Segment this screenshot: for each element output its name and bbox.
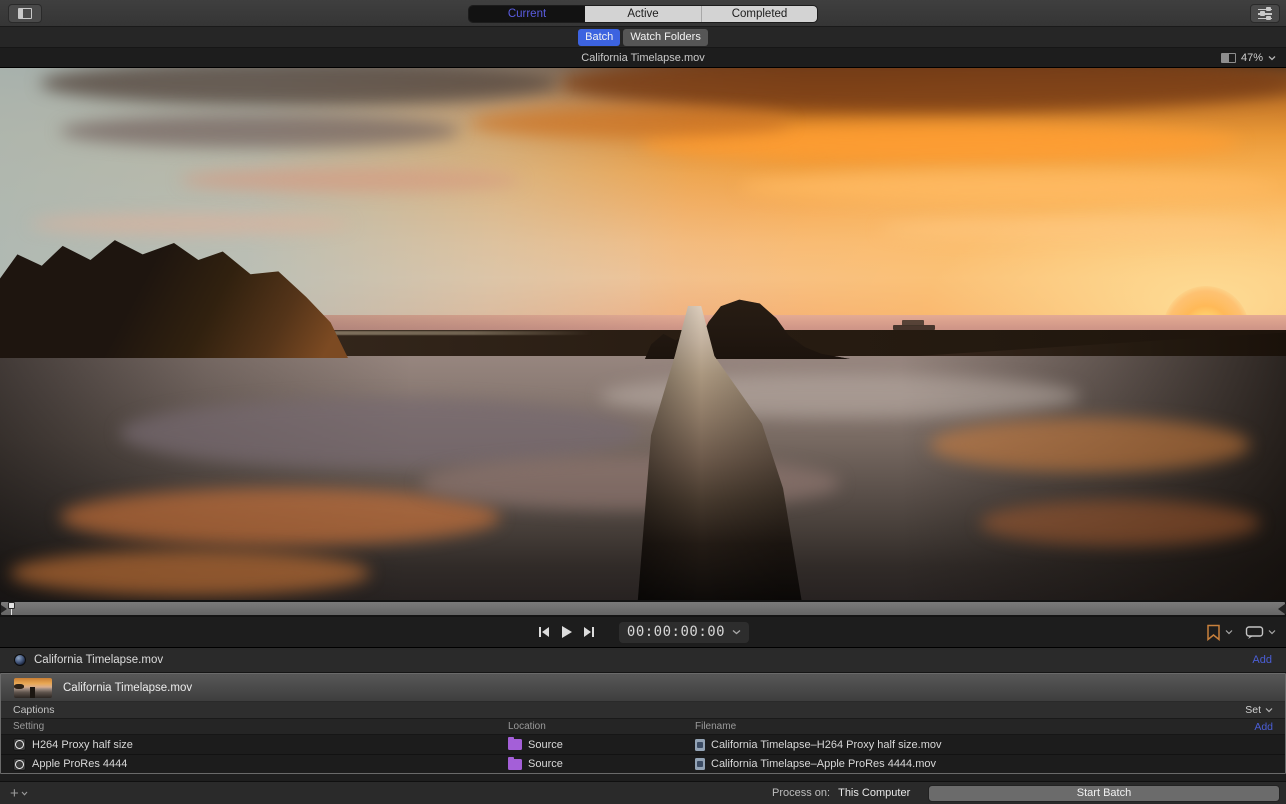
- playhead[interactable]: [8, 602, 15, 615]
- sliders-icon: [1258, 8, 1272, 20]
- chevron-down-icon: [732, 629, 741, 635]
- tab-active[interactable]: Active: [585, 6, 701, 22]
- play-button[interactable]: [560, 625, 573, 639]
- ship-silhouette: [893, 318, 935, 330]
- process-on-label: Process on:: [772, 787, 830, 799]
- add-job-button[interactable]: +: [10, 786, 28, 801]
- sidebar-toggle-button[interactable]: [8, 4, 42, 23]
- column-filename: Filename: [695, 721, 736, 732]
- cloud: [470, 108, 790, 138]
- file-icon: [695, 739, 705, 751]
- column-setting: Setting: [13, 721, 44, 732]
- setting-icon: [13, 758, 26, 771]
- cloud: [60, 114, 460, 148]
- file-icon: [695, 758, 705, 770]
- skip-back-icon: [537, 626, 551, 638]
- in-point-marker[interactable]: [1, 605, 7, 613]
- view-segmented-control: Current Active Completed: [468, 5, 818, 23]
- play-icon: [560, 625, 573, 639]
- captions-set-dropdown[interactable]: Set: [1245, 704, 1273, 716]
- output-row[interactable]: H264 Proxy half size Source California T…: [1, 735, 1285, 754]
- add-output-link[interactable]: Add: [1252, 654, 1272, 666]
- cloud-reflection: [60, 488, 500, 546]
- cloud-reflection: [930, 418, 1250, 472]
- scrubber-track[interactable]: [1, 602, 1285, 615]
- footer-bar: + Process on: This Computer Start Batch: [0, 781, 1286, 804]
- start-batch-button[interactable]: Start Batch: [928, 785, 1280, 802]
- tab-current[interactable]: Current: [469, 6, 585, 22]
- filename-value: California Timelapse–Apple ProRes 4444.m…: [711, 758, 936, 770]
- batch-tabs-row: Batch Watch Folders: [0, 27, 1286, 48]
- compressor-window: Current Active Completed Batch Watch Fol…: [0, 0, 1286, 804]
- setting-icon: [13, 738, 26, 751]
- job-header-row[interactable]: California Timelapse.mov: [1, 674, 1285, 702]
- out-point-marker[interactable]: [1278, 604, 1285, 614]
- job-name: California Timelapse.mov: [63, 682, 192, 694]
- captions-label: Captions: [13, 704, 54, 716]
- plus-icon: +: [10, 786, 19, 801]
- source-row[interactable]: California Timelapse.mov Add: [0, 648, 1286, 673]
- tab-batch[interactable]: Batch: [578, 29, 620, 46]
- go-to-start-button[interactable]: [537, 626, 551, 638]
- sidebar-icon: [18, 8, 32, 19]
- filename-value: California Timelapse–H264 Proxy half siz…: [711, 739, 942, 751]
- go-to-end-button[interactable]: [582, 626, 596, 638]
- source-name: California Timelapse.mov: [34, 654, 163, 666]
- folder-icon: [508, 739, 522, 750]
- setting-name: H264 Proxy half size: [32, 739, 133, 751]
- cloud-reflection: [980, 500, 1260, 546]
- chevron-down-icon[interactable]: [1225, 629, 1233, 635]
- folder-icon: [508, 759, 522, 770]
- chevron-down-icon[interactable]: [1268, 629, 1276, 635]
- cloud: [180, 168, 520, 192]
- viewer-title: California Timelapse.mov: [581, 52, 705, 64]
- timecode-field[interactable]: 00:00:00:00: [619, 622, 749, 643]
- cloud: [740, 172, 1280, 202]
- timecode-value: 00:00:00:00: [627, 624, 725, 640]
- transport-bar: 00:00:00:00: [0, 617, 1286, 648]
- location-value: Source: [528, 739, 563, 751]
- split-view-icon: [1221, 53, 1236, 63]
- cloud: [30, 214, 350, 234]
- process-on-value: This Computer: [838, 787, 910, 799]
- captions-row[interactable]: Captions Set: [1, 702, 1285, 719]
- display-icon: [1245, 625, 1264, 640]
- tab-watch-folders[interactable]: Watch Folders: [623, 29, 708, 46]
- output-row[interactable]: Apple ProRes 4444 Source California Time…: [1, 754, 1285, 773]
- process-on-control: Process on: This Computer: [772, 787, 938, 799]
- location-value: Source: [528, 758, 563, 770]
- zoom-control[interactable]: 47%: [1221, 48, 1276, 67]
- job-thumbnail: [14, 678, 52, 698]
- zoom-level: 47%: [1241, 52, 1263, 64]
- cloud-reflection: [10, 550, 370, 596]
- batch-list: California Timelapse.mov Add California …: [0, 648, 1286, 781]
- skip-forward-icon: [582, 626, 596, 638]
- column-location: Location: [508, 721, 546, 732]
- sunset-scene: [0, 68, 1286, 600]
- timeline-scrubber[interactable]: [0, 600, 1286, 617]
- batch-list-empty-area: [0, 774, 1286, 781]
- toolbar: Current Active Completed: [0, 0, 1286, 27]
- column-header-row: Setting Location Filename Add: [1, 719, 1285, 735]
- viewer-title-bar: California Timelapse.mov 47%: [0, 48, 1286, 68]
- tab-completed[interactable]: Completed: [701, 6, 817, 22]
- movie-file-icon: [14, 654, 26, 666]
- setting-name: Apple ProRes 4444: [32, 758, 127, 770]
- display-options-button[interactable]: [1245, 625, 1264, 640]
- cloud: [880, 218, 1260, 240]
- set-label: Set: [1245, 704, 1261, 716]
- preview-image: [0, 68, 1286, 600]
- inspector-toggle-button[interactable]: [1250, 4, 1280, 23]
- bookmark-icon: [1206, 624, 1221, 641]
- chevron-down-icon: [21, 791, 28, 796]
- add-output-link[interactable]: Add: [1254, 721, 1273, 733]
- chevron-down-icon: [1268, 55, 1276, 61]
- selected-job-group: California Timelapse.mov Captions Set Se…: [0, 673, 1286, 774]
- marker-button[interactable]: [1206, 624, 1221, 641]
- chevron-down-icon: [1265, 707, 1273, 713]
